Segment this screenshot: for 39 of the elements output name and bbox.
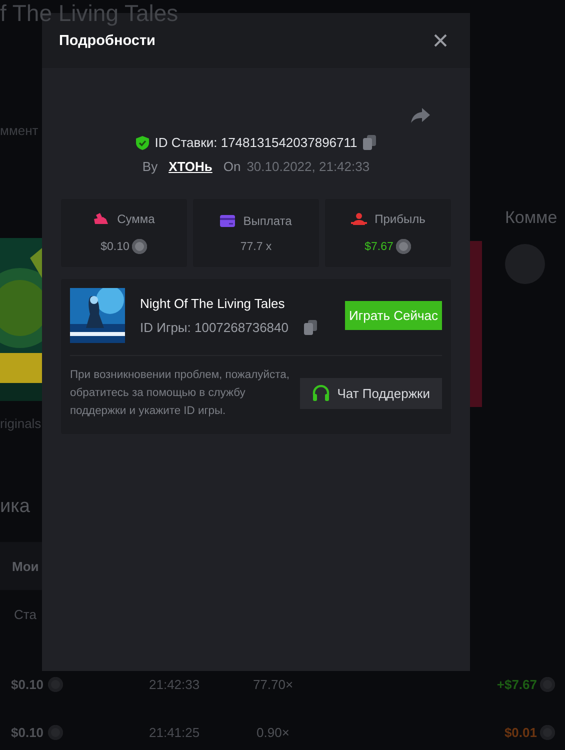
amount-text: $0.10: [11, 676, 45, 692]
support-chat-button[interactable]: Чат Поддержки: [300, 378, 442, 408]
stat-label: Прибыль: [374, 212, 426, 226]
coin-icon: [48, 676, 63, 692]
amount-text: $0.10: [11, 724, 45, 740]
time-text: 21:41:25: [149, 724, 201, 740]
dialog-title: Подробности: [59, 32, 156, 48]
close-button[interactable]: [432, 32, 449, 49]
comments-heading: Комме: [505, 208, 558, 228]
stat-value: $7.67: [364, 240, 394, 252]
user-icon: [350, 213, 367, 225]
date-text: 30.10.2022, 21:42:33: [246, 159, 370, 174]
stat-label: Выплата: [243, 214, 292, 228]
copy-icon[interactable]: [363, 135, 376, 150]
bet-id-text: ID Ставки: 1748131542037896711: [154, 135, 358, 150]
by-label: By: [142, 159, 158, 174]
stat-label: Сумма: [117, 212, 155, 226]
coin-icon: [540, 724, 555, 740]
coin-icon: [540, 676, 555, 692]
game-id-text: ID Игры: 1007268736840: [140, 320, 288, 335]
stat-value: $0.10: [100, 240, 130, 252]
copy-icon[interactable]: [304, 320, 318, 335]
section-title: ика: [0, 496, 31, 518]
stat-value: 77.7 x: [240, 240, 272, 252]
column-header: Ста: [14, 607, 38, 622]
username-link[interactable]: ХТОНь: [168, 159, 212, 174]
share-icon[interactable]: [411, 108, 430, 123]
game-title: Night Of The Living Tales: [140, 296, 286, 311]
multiplier-text: 0.90×: [256, 724, 290, 740]
time-text: 21:42:33: [149, 676, 201, 692]
headphones-icon: [312, 384, 330, 402]
on-label: On: [223, 159, 241, 174]
coin-icon: [48, 724, 63, 740]
multiplier-text: 77.70×: [252, 676, 294, 692]
profit-text: $0.01: [504, 724, 537, 740]
profit-text: +$7.67: [496, 676, 537, 692]
help-text: При возникновении проблем, пожалуйста, обратитесь за помощью в службу поддержки и укажите ID игры.: [70, 368, 290, 419]
card-icon: [220, 214, 236, 226]
shield-icon: [136, 136, 149, 150]
